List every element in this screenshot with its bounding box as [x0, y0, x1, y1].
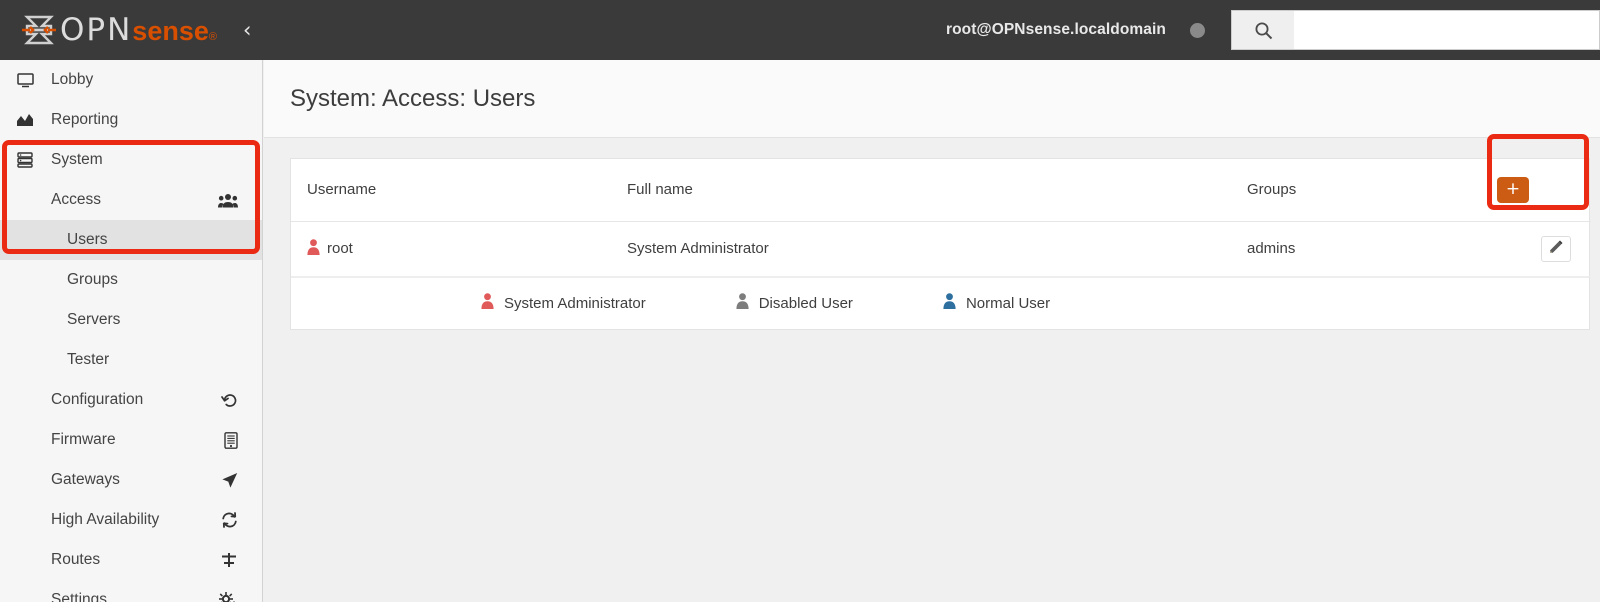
- sidebar-item-label: Configuration: [51, 391, 144, 408]
- cell-groups: admins: [1231, 221, 1481, 277]
- topbar-right-group: root@OPNsense.localdomain: [946, 0, 1600, 60]
- users-table-header: Username Full name Groups +: [291, 159, 1591, 222]
- brand-sense: sense: [132, 15, 209, 46]
- users-table: Username Full name Groups + root System …: [291, 159, 1591, 277]
- brand-wordmark: OPN sense ®: [60, 11, 217, 48]
- cogs-icon: [219, 591, 238, 602]
- search-box[interactable]: [1231, 10, 1600, 50]
- sidebar-item-users[interactable]: Users: [0, 220, 262, 260]
- sidebar-item-servers[interactable]: Servers: [0, 300, 262, 340]
- sidebar-item-label: System: [51, 151, 103, 168]
- legend-label: System Administrator: [504, 294, 646, 312]
- cell-actions: [1481, 221, 1591, 277]
- sidebar-item-gateways[interactable]: Gateways: [0, 460, 262, 500]
- sidebar-item-high-availability[interactable]: High Availability: [0, 500, 262, 540]
- chevron-left-icon[interactable]: ‹: [243, 19, 251, 41]
- road-icon: [220, 552, 238, 568]
- status-indicator-icon[interactable]: [1190, 22, 1205, 38]
- legend-label: Normal User: [965, 294, 1051, 312]
- sidebar-item-label: High Availability: [51, 511, 160, 528]
- sidebar-item-firmware[interactable]: Firmware: [0, 420, 262, 460]
- table-row[interactable]: root System Administrator admins: [291, 221, 1591, 277]
- sidebar-item-tester[interactable]: Tester: [0, 340, 262, 380]
- sidebar-item-access[interactable]: Access: [0, 180, 262, 220]
- sidebar-item-label: Lobby: [51, 71, 94, 88]
- sidebar-item-configuration[interactable]: Configuration: [0, 380, 262, 420]
- desktop-icon: [12, 72, 38, 88]
- legend-item: Normal User: [943, 293, 1050, 313]
- sidebar-item-label: Settings: [51, 591, 108, 602]
- users-panel: Username Full name Groups + root System …: [290, 158, 1591, 330]
- column-header-groups[interactable]: Groups: [1231, 159, 1481, 222]
- sidebar-item-lobby[interactable]: Lobby: [0, 60, 262, 100]
- sidebar-item-label: Users: [67, 231, 108, 248]
- server-icon: [12, 152, 38, 168]
- sidebar-item-reporting[interactable]: Reporting: [0, 100, 262, 140]
- sidebar-item-label: Gateways: [51, 471, 120, 488]
- search-input[interactable]: [1294, 10, 1600, 50]
- pencil-icon: [1549, 240, 1563, 257]
- legend-item: System Administrator: [481, 293, 646, 313]
- user-disabled-icon: [736, 293, 749, 313]
- legend-item: Disabled User: [736, 293, 853, 313]
- main-content: System: Access: Users Username Full name…: [264, 60, 1600, 602]
- brand-logo[interactable]: OPN sense ®: [0, 14, 217, 46]
- users-table-body: root System Administrator admins: [291, 221, 1591, 277]
- brand-registered-mark: ®: [208, 30, 217, 43]
- sidebar-item-label: Access: [51, 191, 101, 208]
- users-group-icon: [218, 193, 238, 208]
- legend-label: Disabled User: [758, 294, 853, 312]
- add-user-button[interactable]: +: [1497, 176, 1529, 203]
- cell-username: root: [291, 221, 611, 277]
- sidebar-item-label: Firmware: [51, 431, 116, 448]
- sidebar-item-settings[interactable]: Settings: [0, 580, 262, 602]
- opnsense-logo-icon: [22, 14, 56, 46]
- sidebar-item-groups[interactable]: Groups: [0, 260, 262, 300]
- search-icon[interactable]: [1231, 10, 1294, 50]
- sidebar-item-system[interactable]: System: [0, 140, 262, 180]
- sidebar-item-label: Reporting: [51, 111, 119, 128]
- sidebar-item-label: Servers: [67, 311, 121, 328]
- page-header: System: Access: Users: [264, 60, 1600, 138]
- top-navigation-bar: OPN sense ® ‹ root@OPNsense.localdomain: [0, 0, 1600, 60]
- hdd-icon: [224, 431, 238, 449]
- refresh-icon: [221, 512, 238, 528]
- sidebar-item-label: Groups: [67, 271, 118, 288]
- sidebar-navigation: Lobby Reporting System Access Users Groups Ser…: [0, 60, 263, 602]
- sidebar-item-label: Tester: [67, 351, 110, 368]
- sidebar-item-routes[interactable]: Routes: [0, 540, 262, 580]
- table-header-row: Username Full name Groups +: [291, 159, 1591, 222]
- page-title: System: Access: Users: [290, 84, 536, 112]
- logged-in-user-label: root@OPNsense.localdomain: [945, 21, 1166, 38]
- username-text: root: [327, 240, 353, 257]
- column-header-username[interactable]: Username: [291, 159, 611, 222]
- column-header-actions: +: [1481, 159, 1591, 222]
- history-icon: [221, 392, 238, 409]
- edit-user-button[interactable]: [1541, 235, 1571, 262]
- brand-opn: OPN: [60, 11, 133, 48]
- location-arrow-icon: [221, 472, 238, 489]
- chart-area-icon: [12, 113, 38, 127]
- user-type-legend: System Administrator Disabled User Norma…: [291, 276, 1589, 329]
- user-admin-icon: [481, 293, 494, 313]
- user-admin-icon: [307, 238, 320, 259]
- sidebar-item-label: Routes: [51, 551, 101, 568]
- cell-fullname: System Administrator: [611, 221, 1231, 277]
- user-normal-icon: [943, 293, 956, 313]
- column-header-fullname[interactable]: Full name: [611, 159, 1231, 222]
